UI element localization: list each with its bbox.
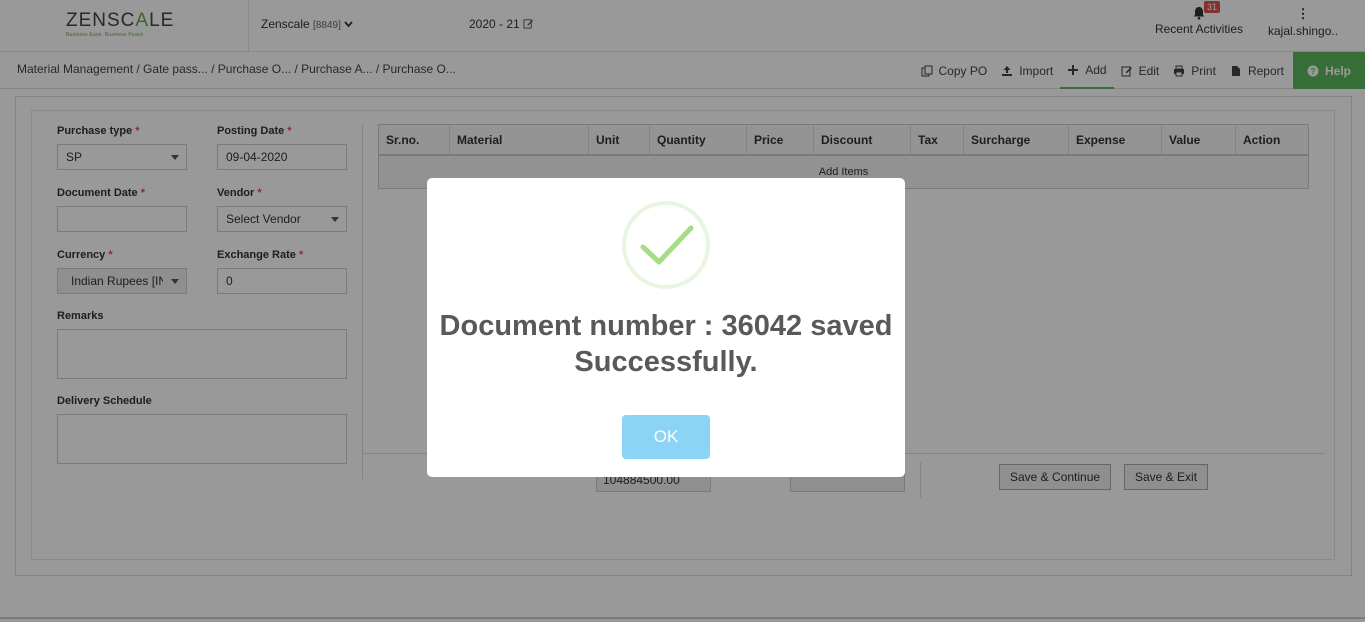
success-message: Document number : 36042 saved Successful… [439,310,893,378]
success-check-icon [622,201,710,289]
success-dialog: Document number : 36042 saved Successful… [427,178,905,477]
checkmark-icon [640,225,694,265]
ok-button[interactable]: OK [622,415,710,459]
